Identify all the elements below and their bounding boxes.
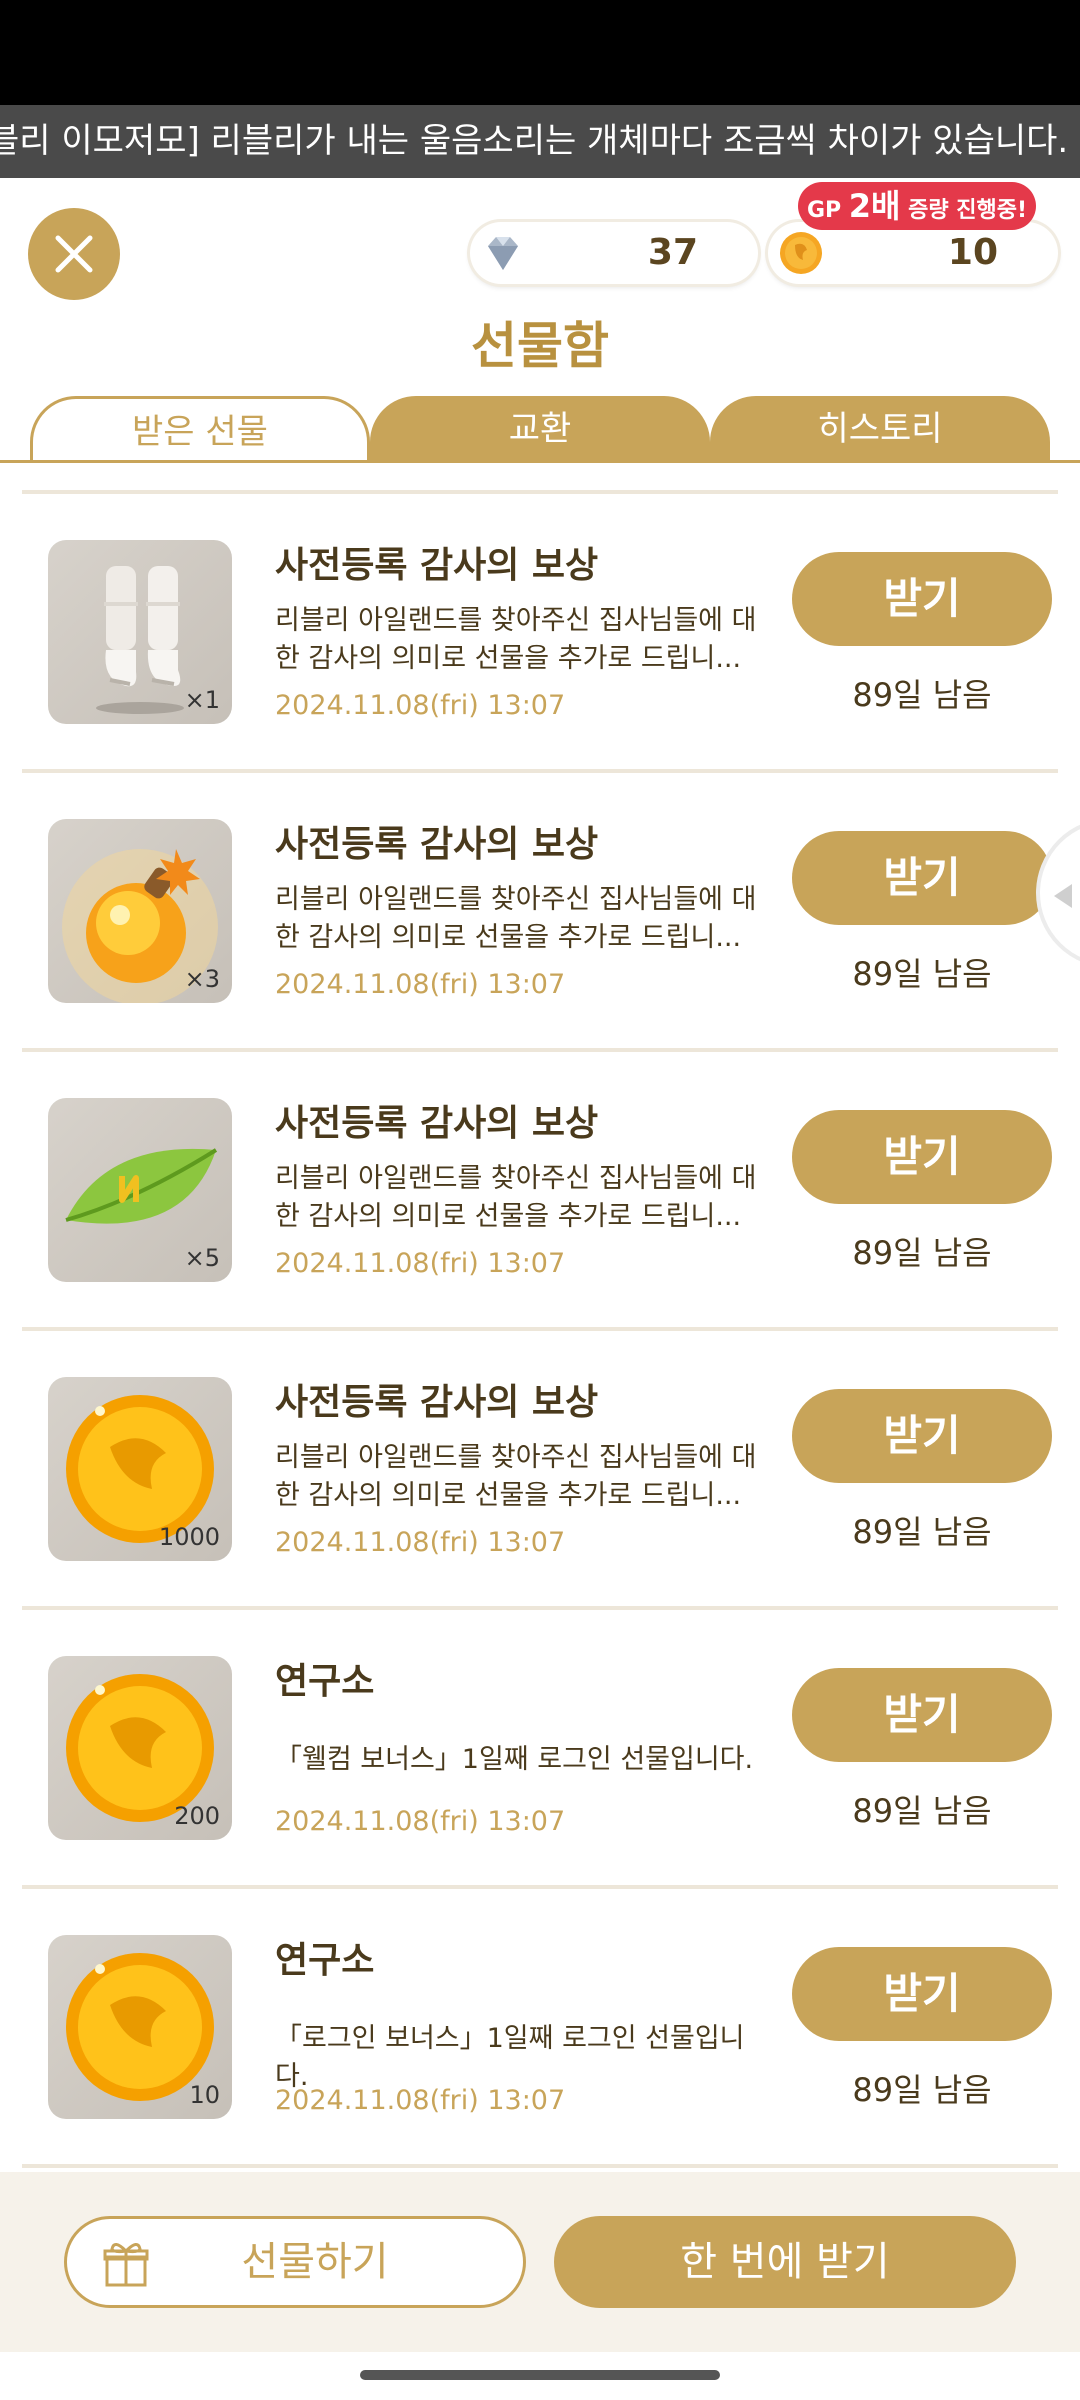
promo-badge: GP 2배 증량 진행중!: [798, 182, 1036, 230]
remaining-days: 89일 남음: [852, 676, 992, 714]
item-thumbnail: ×3: [48, 819, 232, 1003]
promo-bold: 2배: [848, 187, 901, 225]
item-quantity: 1000: [158, 1523, 220, 1551]
item-quantity: 200: [174, 1802, 220, 1830]
item-title: 사전등록 감사의 보상: [275, 1103, 599, 1144]
gem-value: 37: [647, 232, 698, 273]
gem-counter[interactable]: 37: [470, 222, 758, 284]
status-bar: [0, 0, 1080, 105]
receive-button[interactable]: 받기: [792, 1110, 1052, 1204]
receive-button[interactable]: 받기: [792, 831, 1052, 925]
tab-bar: 받은 선물 교환 히스토리: [0, 396, 1080, 462]
item-description: 리블리 아일랜드를 찾아주신 집사님들에 대한 감사의 의미로 선물을 추가로 …: [275, 605, 757, 674]
item-title: 사전등록 감사의 보상: [275, 1382, 599, 1423]
item-quantity: ×3: [184, 965, 220, 993]
home-indicator[interactable]: [360, 2370, 720, 2380]
item-date: 2024.11.08(fri) 13:07: [275, 690, 566, 721]
item-thumbnail: ×5: [48, 1098, 232, 1282]
diamond-icon: [488, 237, 518, 270]
item-title: 사전등록 감사의 보상: [275, 824, 599, 865]
item-title: 연구소: [275, 1661, 375, 1702]
tab-exchange[interactable]: 교환: [370, 396, 710, 462]
receive-button[interactable]: 받기: [792, 1389, 1052, 1483]
bottom-action-bar: 선물하기 한 번에 받기: [0, 2172, 1080, 2352]
receive-all-button[interactable]: 한 번에 받기: [554, 2216, 1016, 2308]
chevron-left-icon: [1054, 884, 1072, 908]
receive-button[interactable]: 받기: [792, 1947, 1052, 2041]
divider: [22, 2164, 1058, 2168]
coin-value: 10: [947, 232, 998, 273]
close-button[interactable]: [28, 208, 120, 300]
coin-counter[interactable]: 10: [768, 222, 1058, 284]
remaining-days: 89일 남음: [852, 1792, 992, 1830]
ticker-text: 블리 이모저모] 리블리가 내는 울음소리는 개체마다 조금씩 차이가 있습니다…: [0, 121, 1069, 161]
remaining-days: 89일 남음: [852, 1234, 992, 1272]
item-description: 「웰컴 보너스」1일째 로그인 선물입니다.: [275, 1744, 754, 1775]
promo-suffix: 증량 진행중!: [900, 198, 1028, 223]
promo-prefix: GP: [806, 198, 849, 223]
page-title: 선물함: [471, 317, 609, 375]
item-quantity: 10: [189, 2081, 220, 2109]
item-date: 2024.11.08(fri) 13:07: [275, 969, 566, 1000]
list-item: ×5 사전등록 감사의 보상 리블리 아일랜드를 찾아주신 집사님들에 대한 감…: [0, 1048, 1080, 1327]
list-item: 200 연구소 「웰컴 보너스」1일째 로그인 선물입니다. 2024.11.0…: [0, 1606, 1080, 1885]
receive-button[interactable]: 받기: [792, 1668, 1052, 1762]
item-date: 2024.11.08(fri) 13:07: [275, 1248, 566, 1279]
list-item: 10 연구소 「로그인 보너스」1일째 로그인 선물입니다. 2024.11.0…: [0, 1885, 1080, 2164]
tab-history[interactable]: 히스토리: [710, 396, 1050, 462]
remaining-days: 89일 남음: [852, 1513, 992, 1551]
tab-received[interactable]: 받은 선물: [30, 396, 370, 462]
item-description: 리블리 아일랜드를 찾아주신 집사님들에 대한 감사의 의미로 선물을 추가로 …: [275, 1442, 757, 1511]
item-quantity: ×5: [184, 1244, 220, 1272]
send-gift-label: 선물하기: [241, 2239, 389, 2285]
list-item: ×1 사전등록 감사의 보상 리블리 아일랜드를 찾아주신 집사님들에 대한 감…: [0, 490, 1080, 769]
item-date: 2024.11.08(fri) 13:07: [275, 1527, 566, 1558]
list-item: ×3 사전등록 감사의 보상 리블리 아일랜드를 찾아주신 집사님들에 대한 감…: [0, 769, 1080, 1048]
item-title: 사전등록 감사의 보상: [275, 545, 599, 586]
item-date: 2024.11.08(fri) 13:07: [275, 1806, 566, 1837]
close-icon: [55, 235, 93, 273]
item-thumbnail: 10: [48, 1935, 232, 2119]
remaining-days: 89일 남음: [852, 2071, 992, 2109]
coin-icon: [780, 232, 822, 274]
notice-ticker: 블리 이모저모] 리블리가 내는 울음소리는 개체마다 조금씩 차이가 있습니다…: [0, 105, 1080, 178]
receive-button[interactable]: 받기: [792, 552, 1052, 646]
item-quantity: ×1: [184, 686, 220, 714]
remaining-days: 89일 남음: [852, 955, 992, 993]
item-description: 리블리 아일랜드를 찾아주신 집사님들에 대한 감사의 의미로 선물을 추가로 …: [275, 884, 757, 953]
tab-divider: [0, 460, 1080, 463]
item-date: 2024.11.08(fri) 13:07: [275, 2085, 566, 2116]
list-item: 1000 사전등록 감사의 보상 리블리 아일랜드를 찾아주신 집사님들에 대한…: [0, 1327, 1080, 1606]
item-thumbnail: 1000: [48, 1377, 232, 1561]
send-gift-button[interactable]: 선물하기: [64, 2216, 526, 2308]
item-thumbnail: 200: [48, 1656, 232, 1840]
item-thumbnail: ×1: [48, 540, 232, 724]
item-description: 리블리 아일랜드를 찾아주신 집사님들에 대한 감사의 의미로 선물을 추가로 …: [275, 1163, 757, 1232]
item-title: 연구소: [275, 1940, 375, 1981]
